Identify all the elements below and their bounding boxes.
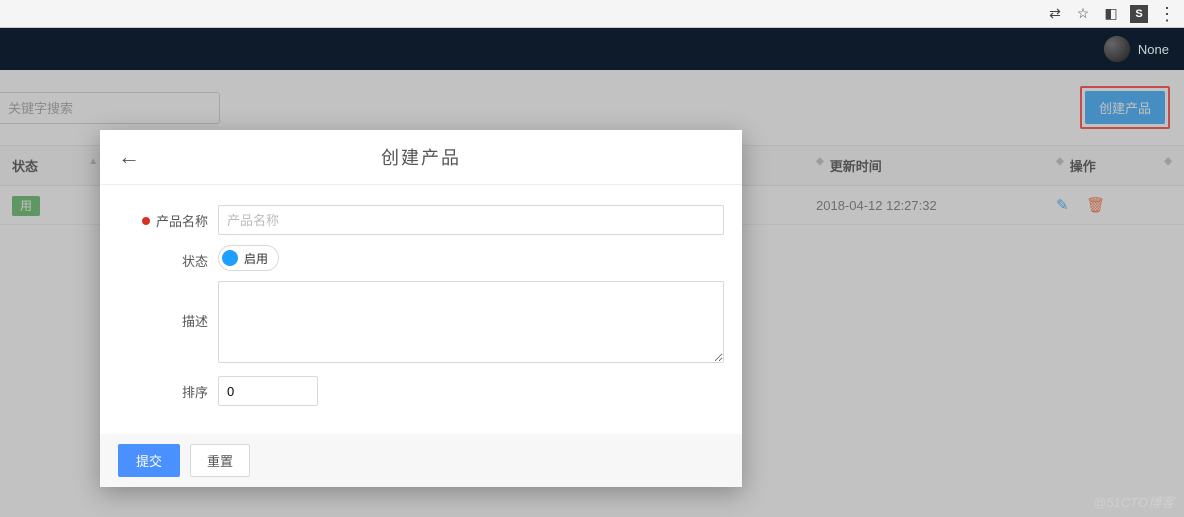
modal-footer: 提交 重置 <box>100 434 742 487</box>
modal-title: 创建产品 <box>142 144 724 170</box>
star-icon[interactable]: ☆ <box>1074 5 1092 23</box>
create-product-modal: ← 创建产品 产品名称 状态 启用 描述 排序 <box>100 130 742 487</box>
toggle-dot-icon <box>222 250 238 266</box>
name-label: 产品名称 <box>118 205 218 230</box>
s-badge-icon[interactable]: S <box>1130 5 1148 23</box>
reset-button[interactable]: 重置 <box>190 444 250 477</box>
submit-button[interactable]: 提交 <box>118 444 180 477</box>
desc-label: 描述 <box>118 281 218 330</box>
toggle-label: 启用 <box>244 250 268 267</box>
back-icon[interactable]: ← <box>118 144 142 170</box>
extension-icon[interactable]: ◧ <box>1102 5 1120 23</box>
username-label[interactable]: None <box>1138 42 1169 57</box>
modal-header: ← 创建产品 <box>100 130 742 185</box>
sort-input[interactable] <box>218 376 318 406</box>
app-navbar: None <box>0 28 1184 70</box>
avatar[interactable] <box>1104 36 1130 62</box>
product-name-input[interactable] <box>218 205 724 235</box>
more-icon[interactable]: ⋮ <box>1158 5 1176 23</box>
description-textarea[interactable] <box>218 281 724 363</box>
sort-label: 排序 <box>118 376 218 401</box>
translate-icon[interactable]: ⇄ <box>1046 5 1064 23</box>
browser-toolbar: ⇄ ☆ ◧ S ⋮ <box>0 0 1184 28</box>
required-dot-icon <box>142 217 150 225</box>
status-toggle[interactable]: 启用 <box>218 245 279 271</box>
modal-body: 产品名称 状态 启用 描述 排序 <box>100 185 742 434</box>
status-label: 状态 <box>118 245 218 270</box>
watermark: @51CTO博客 <box>1093 492 1174 511</box>
